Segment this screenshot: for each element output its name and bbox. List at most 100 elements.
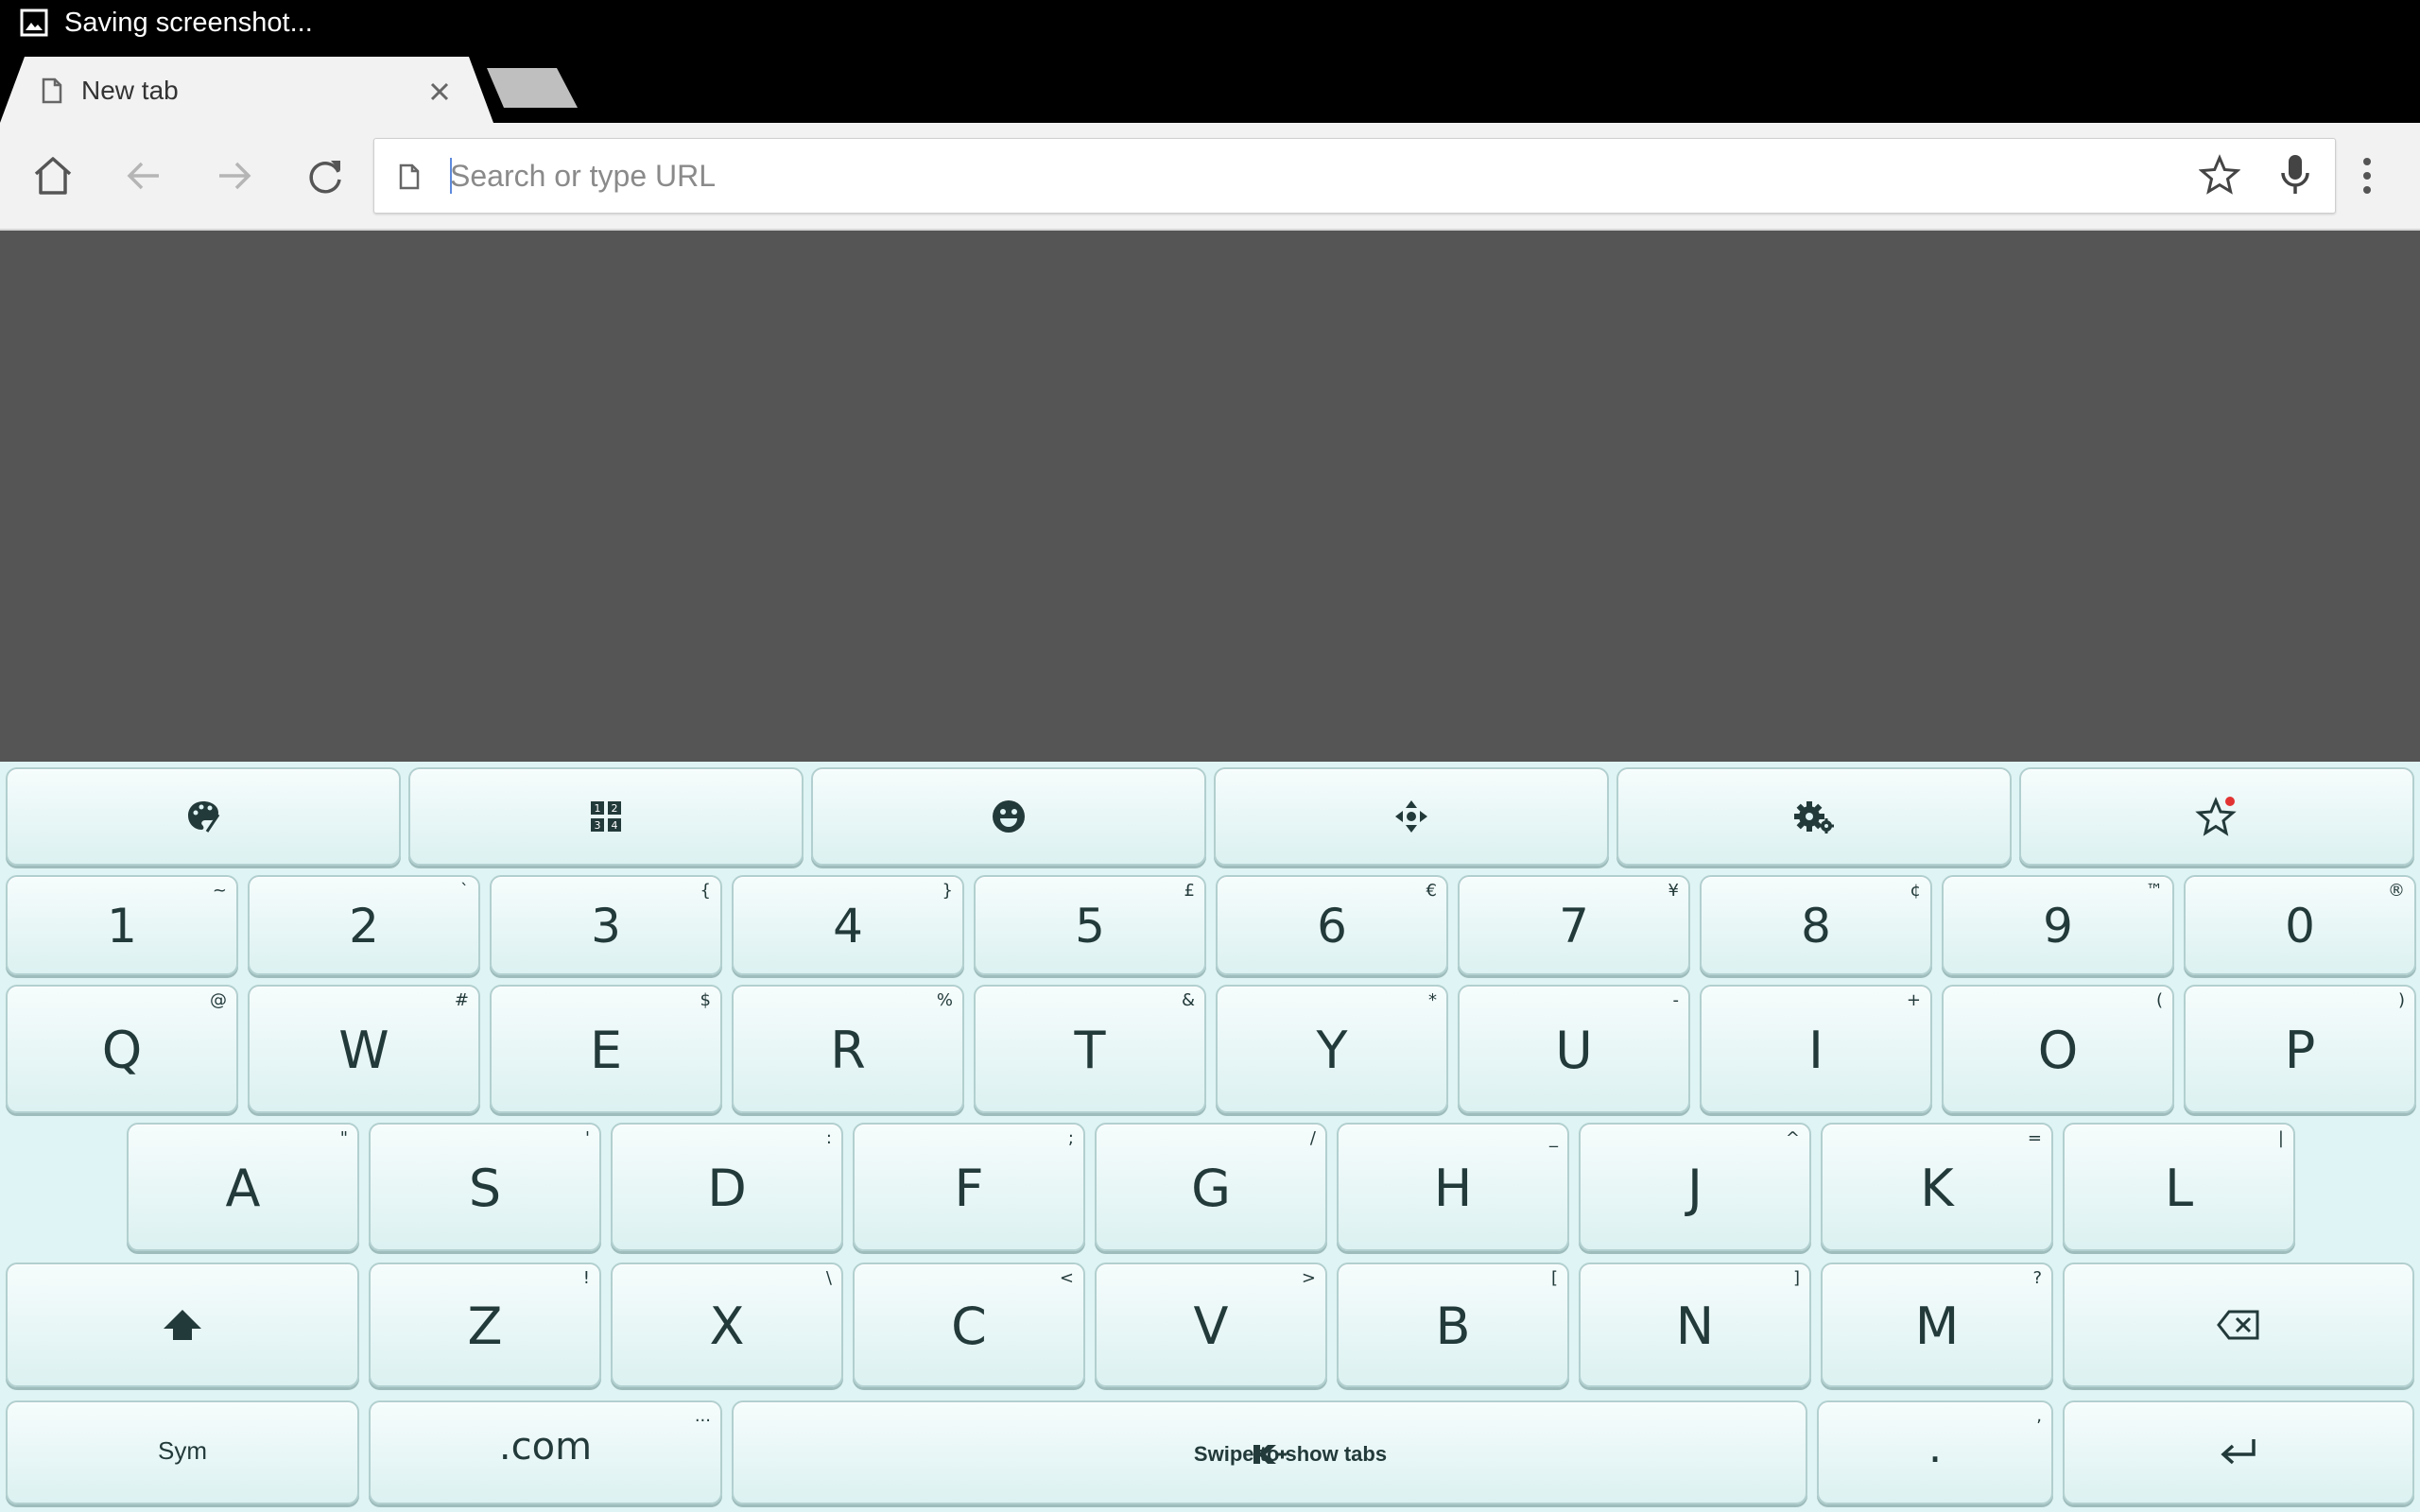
letter-key[interactable]: N] <box>1579 1263 1811 1387</box>
number-key[interactable]: 1 ~ <box>6 875 238 975</box>
letter-key[interactable]: R% <box>732 985 964 1113</box>
emoji-button[interactable] <box>811 767 1206 866</box>
letter-key[interactable]: X \ <box>611 1263 843 1387</box>
shift-key[interactable] <box>6 1263 359 1387</box>
key-hint: _ <box>1549 1128 1558 1148</box>
letter-key[interactable]: A " <box>127 1123 359 1251</box>
letter-key[interactable]: Y * <box>1216 985 1448 1113</box>
key-label: H <box>1433 1159 1473 1218</box>
overflow-menu-icon[interactable] <box>2360 153 2375 203</box>
theme-button[interactable] <box>6 767 401 866</box>
new-tab-button[interactable] <box>487 68 578 108</box>
letter-key[interactable]: H _ <box>1337 1123 1569 1251</box>
backspace-key[interactable] <box>2063 1263 2414 1387</box>
number-key[interactable]: 5 £ <box>974 875 1206 975</box>
key-hint: # <box>454 990 469 1010</box>
letter-key[interactable]: B[ <box>1337 1263 1569 1387</box>
palette-icon <box>188 801 220 833</box>
letter-key[interactable]: C < <box>853 1263 1085 1387</box>
key-label: E <box>589 1021 623 1080</box>
key-label: A <box>225 1159 261 1218</box>
letter-key[interactable]: M? <box>1821 1263 2053 1387</box>
svg-text:1: 1 <box>595 802 601 815</box>
letter-key[interactable]: E $ <box>490 985 722 1113</box>
number-key[interactable]: 3{ <box>490 875 722 975</box>
key-hint: $ <box>700 990 711 1010</box>
reload-icon[interactable] <box>302 153 348 198</box>
key-hint: % <box>936 990 953 1010</box>
letter-key[interactable]: Q @ <box>6 985 238 1113</box>
omnibox[interactable] <box>373 138 2336 214</box>
period-key[interactable]: . , <box>1817 1400 2053 1504</box>
settings-button[interactable] <box>1616 767 2012 866</box>
letter-key[interactable]: S ' <box>369 1123 601 1251</box>
page-icon <box>42 77 62 109</box>
letter-key[interactable]: W # <box>248 985 480 1113</box>
letter-key[interactable]: Z! <box>369 1263 601 1387</box>
letter-key[interactable]: D: <box>611 1123 843 1251</box>
key-hint: € <box>1426 881 1437 901</box>
key-hint: \ <box>825 1268 832 1288</box>
number-key[interactable]: 6 € <box>1216 875 1448 975</box>
microphone-icon[interactable] <box>2274 152 2316 202</box>
key-label: 1 <box>107 899 137 954</box>
number-key[interactable]: 9 ™ <box>1942 875 2174 975</box>
key-label: G <box>1191 1159 1231 1218</box>
forward-icon[interactable] <box>212 153 257 198</box>
key-hint: ® <box>2388 881 2405 901</box>
url-input[interactable] <box>450 150 2152 201</box>
letter-key[interactable]: T & <box>974 985 1206 1113</box>
key-hint: ¢ <box>1910 881 1921 901</box>
key-label: 0 <box>2285 899 2315 954</box>
key-hint: & <box>1181 990 1195 1010</box>
sym-label: Sym <box>158 1436 207 1465</box>
numpad-button[interactable]: 1234 <box>408 767 804 866</box>
letter-key[interactable]: L | <box>2063 1123 2295 1251</box>
move-arrows-icon <box>1395 800 1427 833</box>
letter-key[interactable]: O( <box>1942 985 2174 1113</box>
key-label: M <box>1914 1297 1960 1356</box>
key-label: 9 <box>2043 899 2073 954</box>
key-hint: + <box>1906 990 1921 1010</box>
letter-key[interactable]: K = <box>1821 1123 2053 1251</box>
number-key[interactable]: 4} <box>732 875 964 975</box>
space-key[interactable]: Swipe to show tabs <box>732 1400 1807 1504</box>
key-hint: > <box>1301 1268 1316 1288</box>
letter-key[interactable]: V > <box>1095 1263 1327 1387</box>
key-label: S <box>468 1159 502 1218</box>
back-icon[interactable] <box>121 153 166 198</box>
close-icon[interactable] <box>424 76 456 108</box>
letter-key[interactable]: P) <box>2184 985 2416 1113</box>
letter-key[interactable]: J ^ <box>1579 1123 1811 1251</box>
number-key[interactable]: 0 ® <box>2184 875 2416 975</box>
dotcom-key[interactable]: .com ... <box>369 1400 722 1504</box>
key-label: Y <box>1316 1021 1348 1080</box>
page-icon <box>399 163 420 195</box>
enter-key[interactable] <box>2063 1400 2414 1504</box>
key-label: U <box>1555 1021 1593 1080</box>
key-label: 2 <box>349 899 379 954</box>
notification-text: Saving screenshot... <box>64 8 313 38</box>
key-label: J <box>1687 1159 1703 1218</box>
sym-key[interactable]: Sym <box>6 1400 359 1504</box>
key-hint: { <box>700 881 711 901</box>
home-icon[interactable] <box>30 153 76 198</box>
key-hint: ! <box>582 1268 590 1288</box>
cursor-move-button[interactable] <box>1214 767 1609 866</box>
letter-key[interactable]: I + <box>1700 985 1932 1113</box>
letter-key[interactable]: G / <box>1095 1123 1327 1251</box>
tab-new-tab[interactable]: New tab <box>0 57 501 123</box>
key-label: W <box>338 1021 389 1080</box>
key-label: K <box>1920 1159 1954 1218</box>
number-key[interactable]: 7 ¥ <box>1458 875 1690 975</box>
period-label: . <box>1927 1421 1943 1472</box>
bookmark-star-icon[interactable] <box>2198 154 2241 200</box>
letter-key[interactable]: F; <box>853 1123 1085 1251</box>
gear-icon <box>1794 801 1834 833</box>
number-key[interactable]: 8 ¢ <box>1700 875 1932 975</box>
key-hint: ~ <box>212 881 227 901</box>
key-hint: - <box>1672 990 1680 1010</box>
number-key[interactable]: 2 ` <box>248 875 480 975</box>
letter-key[interactable]: U- <box>1458 985 1690 1113</box>
favorites-button[interactable] <box>2019 767 2414 866</box>
